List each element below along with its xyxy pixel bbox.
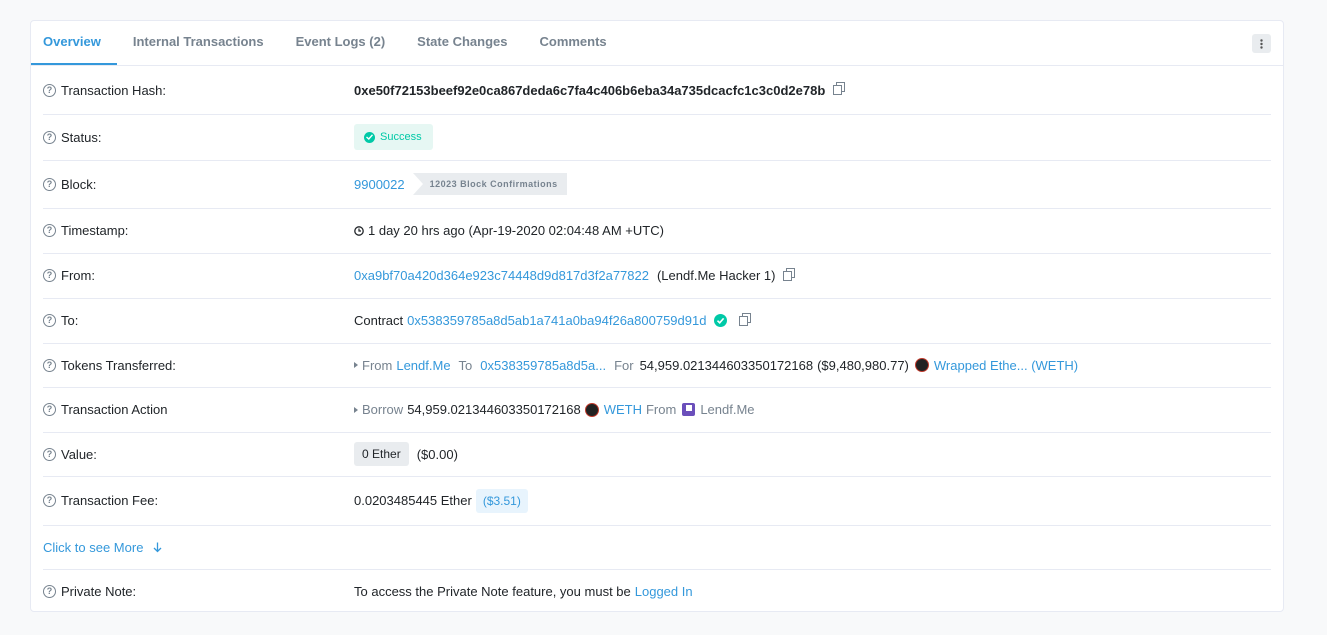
- row-label: Transaction Fee:: [61, 493, 159, 508]
- token-from-label: From: [362, 357, 393, 373]
- caret-right-icon: [354, 362, 358, 368]
- kebab-menu-icon: [1260, 38, 1263, 49]
- row-label: Block:: [61, 176, 97, 192]
- row-see-more: Click to see More: [43, 525, 1271, 570]
- arrow-down-icon: [153, 542, 162, 553]
- see-more-link[interactable]: Click to see More: [43, 540, 143, 555]
- row-from: ? From: 0xa9bf70a420d364e923c74448d9d817d…: [43, 253, 1271, 299]
- question-circle-icon[interactable]: ?: [43, 314, 56, 327]
- block-confirmations-badge: 12023 Block Confirmations: [412, 173, 567, 195]
- weth-token-icon: [584, 402, 599, 417]
- token-for-label: For: [614, 357, 634, 373]
- action-verb: Borrow: [362, 402, 404, 417]
- question-circle-icon[interactable]: ?: [43, 224, 56, 237]
- row-private-note: ? Private Note: To access the Private Not…: [43, 569, 1271, 613]
- contract-prefix: Contract: [354, 313, 404, 328]
- row-to: ? To: Contract 0x538359785a8d5ab1a741a0ba…: [43, 298, 1271, 344]
- from-name-tag: (Lendf.Me Hacker 1): [656, 268, 776, 283]
- row-label: Status:: [61, 129, 102, 145]
- token-to-label: To: [458, 357, 473, 373]
- question-circle-icon[interactable]: ?: [43, 403, 56, 416]
- question-circle-icon[interactable]: ?: [43, 494, 56, 507]
- row-timestamp: ? Timestamp: 1 day 20 hrs ago (Apr-19-202…: [43, 208, 1271, 254]
- row-transaction-hash: ? Transaction Hash: 0xe50f72153beef92e0ca…: [43, 66, 1271, 115]
- action-from-value: Lendf.Me: [700, 402, 755, 417]
- login-link[interactable]: Logged In: [635, 584, 693, 599]
- row-status: ? Status: Success: [43, 114, 1271, 161]
- question-circle-icon[interactable]: ?: [43, 269, 56, 282]
- caret-right-icon: [354, 406, 358, 413]
- block-number-link[interactable]: 9900022: [354, 177, 405, 192]
- question-circle-icon[interactable]: ?: [43, 358, 56, 372]
- tab-event-logs[interactable]: Event Logs (2): [280, 21, 402, 65]
- row-label: From:: [61, 268, 95, 283]
- fee-usd-badge: ($3.51): [475, 488, 528, 513]
- row-transaction-fee: ? Transaction Fee: 0.0203485445 Ether ($3…: [43, 476, 1271, 526]
- tab-bar: Overview Internal Transactions Event Log…: [31, 21, 1283, 66]
- tab-comments[interactable]: Comments: [523, 21, 622, 65]
- question-circle-icon[interactable]: ?: [43, 130, 56, 144]
- timestamp-value: 1 day 20 hrs ago (Apr-19-2020 02:04:48 A…: [368, 223, 664, 238]
- token-amount: 54,959.021344603350172168: [639, 357, 814, 373]
- check-circle-icon: [364, 131, 375, 143]
- lendf-me-icon: [682, 403, 696, 416]
- action-amount: 54,959.021344603350172168: [407, 402, 581, 417]
- token-to-link[interactable]: 0x538359785a8d5a...: [480, 358, 606, 373]
- ether-value-badge: 0 Ether: [354, 442, 409, 466]
- more-options-button[interactable]: [1252, 34, 1271, 53]
- weth-token-icon: [914, 358, 929, 372]
- copy-icon[interactable]: [833, 82, 846, 98]
- row-label: Transaction Action: [61, 402, 168, 417]
- row-block: ? Block: 9900022 12023 Block Confirmation…: [43, 160, 1271, 209]
- status-badge: Success: [354, 124, 433, 150]
- action-from-label: From: [645, 402, 677, 417]
- copy-icon[interactable]: [739, 312, 752, 329]
- usd-value: ($0.00): [416, 446, 458, 462]
- row-label: Timestamp:: [61, 223, 129, 238]
- token-from-link[interactable]: Lendf.Me: [396, 358, 450, 373]
- transaction-card: Overview Internal Transactions Event Log…: [30, 20, 1284, 612]
- tab-internal-transactions[interactable]: Internal Transactions: [117, 21, 280, 65]
- copy-icon[interactable]: [783, 267, 796, 284]
- row-label: Private Note:: [61, 583, 137, 599]
- question-circle-icon[interactable]: ?: [43, 584, 56, 598]
- to-address-link[interactable]: 0x538359785a8d5ab1a741a0ba94f26a800759d9…: [407, 313, 706, 328]
- question-circle-icon[interactable]: ?: [43, 83, 56, 97]
- token-name-link[interactable]: Wrapped Ethe... (WETH): [934, 358, 1078, 373]
- question-circle-icon[interactable]: ?: [43, 177, 56, 191]
- question-circle-icon[interactable]: ?: [43, 447, 56, 461]
- row-label: To:: [61, 313, 79, 328]
- from-address-link[interactable]: 0xa9bf70a420d364e923c74448d9d817d3f2a778…: [354, 268, 649, 283]
- tab-overview[interactable]: Overview: [31, 21, 117, 65]
- row-transaction-action: ? Transaction Action Borrow 54,959.021344…: [43, 387, 1271, 433]
- fee-value: 0.0203485445 Ether: [354, 493, 472, 508]
- clock-icon: [354, 225, 364, 236]
- token-usd-value: ($9,480,980.77): [817, 357, 909, 373]
- row-value: ? Value: 0 Ether ($0.00): [43, 432, 1271, 477]
- action-token-link[interactable]: WETH: [604, 402, 642, 417]
- row-label: Tokens Transferred:: [61, 357, 176, 373]
- row-label: Transaction Hash:: [61, 82, 167, 98]
- tab-state-changes[interactable]: State Changes: [401, 21, 523, 65]
- transaction-hash-value: 0xe50f72153beef92e0ca867deda6c7fa4c406b6…: [354, 82, 826, 98]
- status-text: Success: [380, 131, 422, 143]
- private-note-text: To access the Private Note feature, you …: [354, 583, 631, 599]
- row-label: Value:: [61, 446, 97, 462]
- see-more-toggle[interactable]: Click to see More: [43, 540, 162, 555]
- row-tokens-transferred: ? Tokens Transferred: From Lendf.Me To 0x…: [43, 343, 1271, 388]
- check-circle-icon: [714, 314, 728, 327]
